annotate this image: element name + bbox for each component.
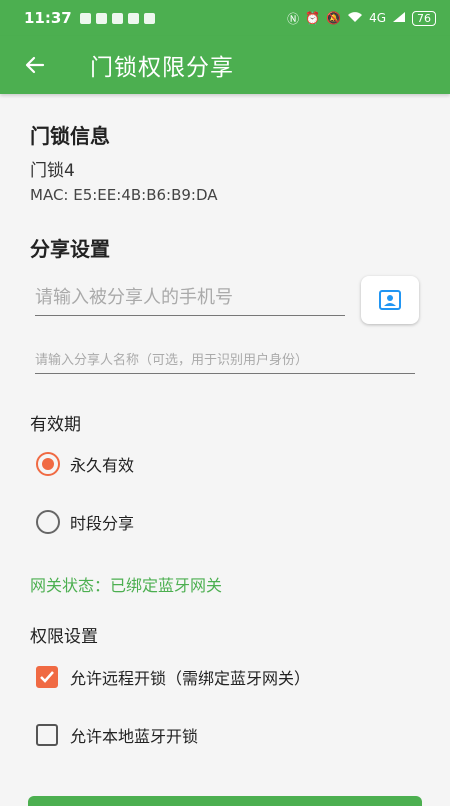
radio-unchecked-icon[interactable] — [36, 510, 60, 534]
chat-icon — [127, 12, 139, 24]
submit-button[interactable] — [28, 796, 422, 806]
validity-option-permanent[interactable]: 永久有效 — [36, 452, 134, 476]
permissions-heading: 权限设置 — [30, 627, 98, 647]
app-icon — [143, 12, 155, 24]
permission-label: 允许远程开锁（需绑定蓝牙网关） — [70, 669, 311, 688]
validity-option-label: 时段分享 — [70, 514, 135, 533]
alarm-icon: ⏰ — [305, 11, 321, 25]
lock-info-heading: 门锁信息 — [30, 124, 110, 148]
back-button[interactable] — [0, 36, 70, 94]
gateway-status: 网关状态：已绑定蓝牙网关 — [30, 576, 223, 595]
status-time: 11:37 — [24, 9, 72, 27]
validity-option-label: 永久有效 — [70, 456, 135, 475]
lock-name: 门锁4 — [30, 161, 75, 181]
checkbox-checked-icon[interactable] — [36, 666, 58, 688]
arrow-left-icon — [25, 56, 45, 74]
bell-off-icon: 🔕 — [326, 11, 342, 25]
message-icon — [79, 12, 91, 24]
wifi-icon — [347, 11, 363, 26]
battery-level: 76 — [412, 10, 436, 26]
signal-icon — [392, 11, 406, 26]
status-bar: 11:37 Ⓝ ⏰ 🔕 4G 76 — [0, 0, 450, 36]
permission-label: 允许本地蓝牙开锁 — [70, 727, 199, 746]
main-content: 门锁信息 门锁4 MAC: E5:EE:4B:B6:B9:DA 分享设置 请输入… — [0, 94, 450, 806]
phone-input[interactable]: 请输入被分享人的手机号 — [35, 284, 345, 316]
nfc-icon: Ⓝ — [287, 11, 300, 26]
share-settings-heading: 分享设置 — [30, 237, 110, 261]
contact-picker-button[interactable] — [361, 276, 419, 324]
status-right: Ⓝ ⏰ 🔕 4G 76 — [287, 10, 436, 27]
permission-local-bluetooth[interactable]: 允许本地蓝牙开锁 — [36, 723, 198, 747]
checkbox-unchecked-icon[interactable] — [36, 724, 58, 746]
validity-option-period[interactable]: 时段分享 — [36, 510, 134, 534]
notification-icons — [79, 12, 155, 24]
sharer-name-input[interactable]: 请输入分享人名称（可选，用于识别用户身份） — [35, 348, 415, 374]
contact-card-icon — [379, 290, 401, 310]
network-type: 4G — [369, 11, 386, 25]
page-title: 门锁权限分享 — [90, 55, 234, 81]
app-bar: 门锁权限分享 — [0, 36, 450, 94]
radio-checked-icon[interactable] — [36, 452, 60, 476]
validity-heading: 有效期 — [30, 415, 81, 435]
lock-mac: MAC: E5:EE:4B:B6:B9:DA — [30, 186, 218, 204]
app-icon — [95, 12, 107, 24]
app-icon — [111, 12, 123, 24]
permission-remote-unlock[interactable]: 允许远程开锁（需绑定蓝牙网关） — [36, 665, 310, 689]
